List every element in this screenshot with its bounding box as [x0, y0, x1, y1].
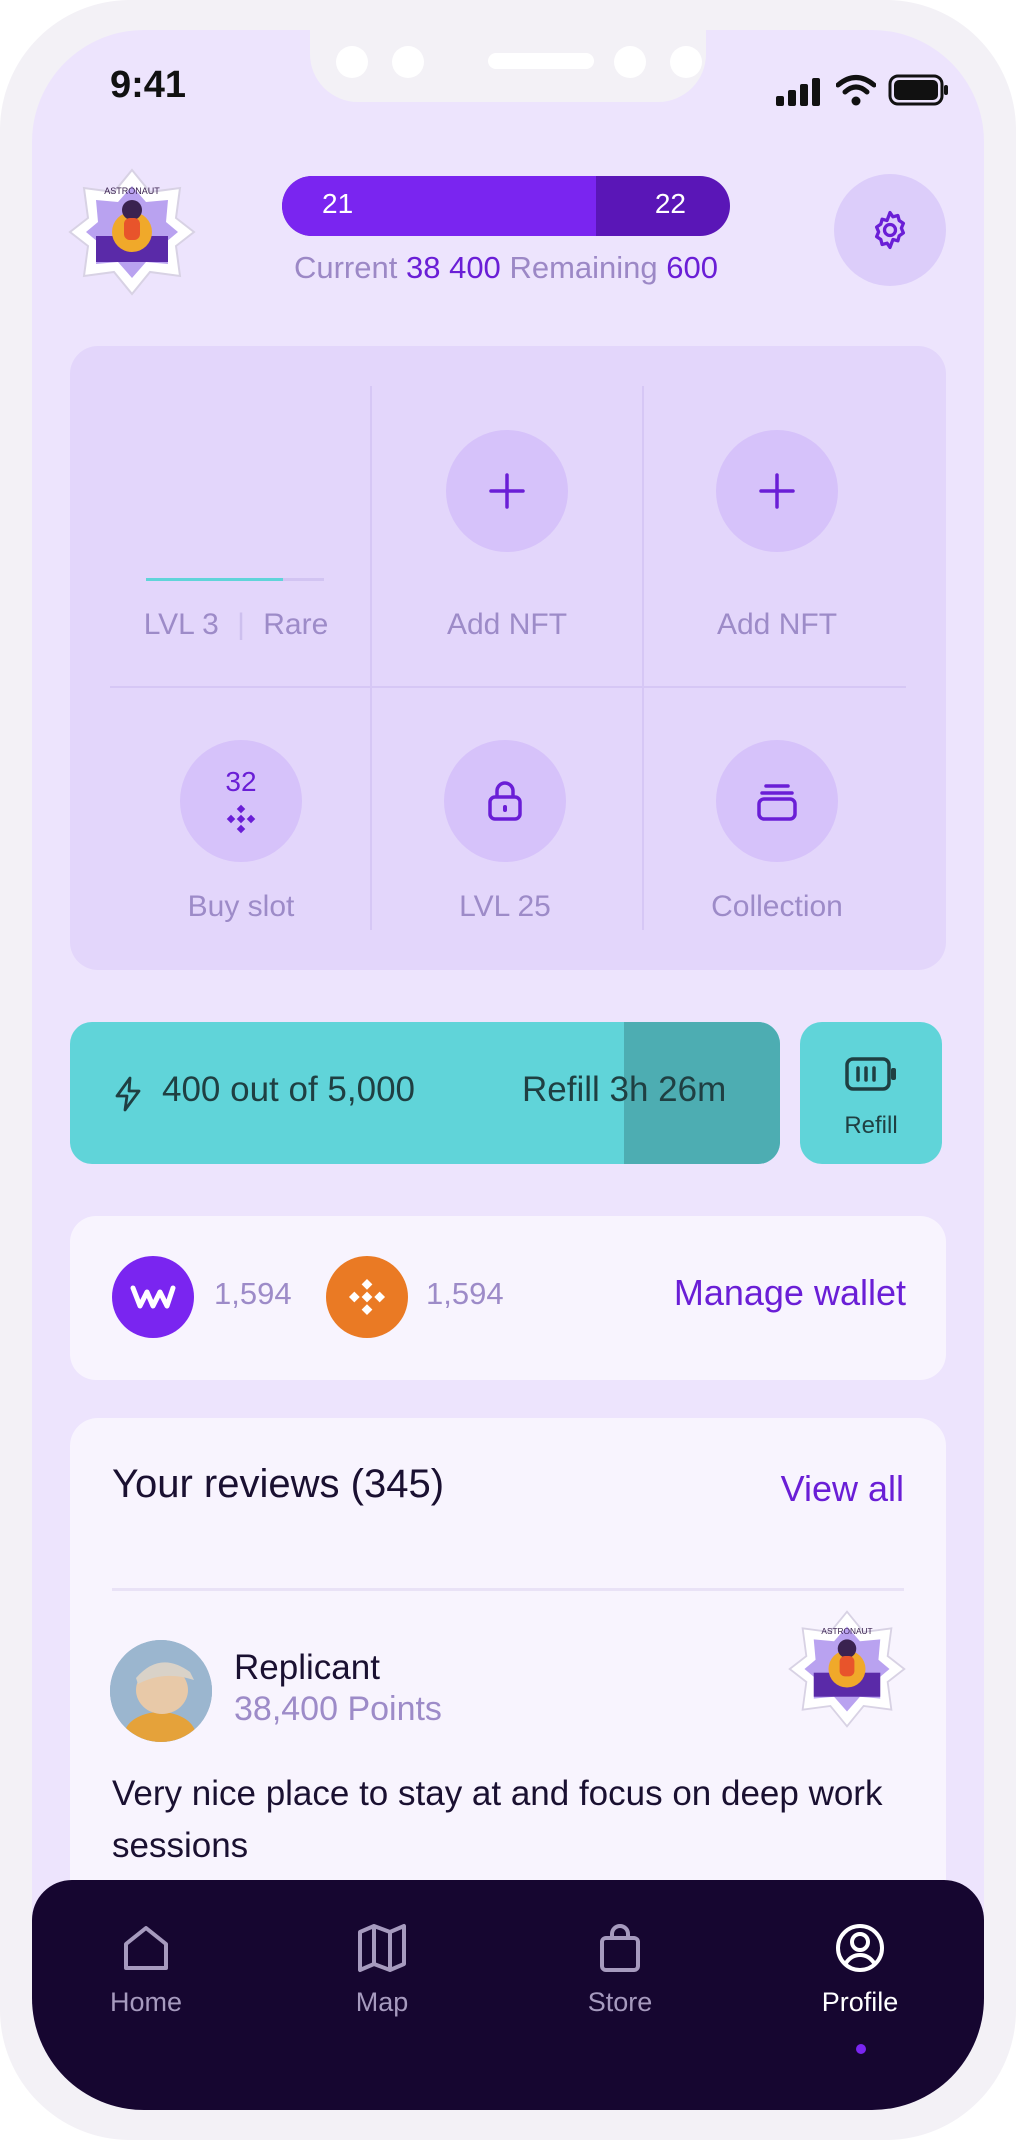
slot-price: 32: [225, 766, 257, 797]
lightning-icon: [115, 1076, 141, 1112]
astronaut-badge-icon: ASTRONAUT: [68, 168, 196, 296]
lock-level-label: LVL 25: [459, 890, 551, 923]
stack-icon: [757, 784, 797, 821]
reviewer-avatar-icon: [110, 1640, 212, 1742]
notch-dot: [614, 46, 646, 78]
map-icon: [358, 1924, 406, 1972]
manage-wallet-link[interactable]: Manage wallet: [674, 1272, 906, 1314]
reviewer-name: Replicant: [234, 1648, 380, 1687]
home-icon: [124, 1926, 168, 1970]
wa-coin-balance: 1,594: [214, 1276, 292, 1311]
signal-icon: [776, 78, 820, 106]
nft-level-fill: [146, 578, 284, 581]
plus-icon: [759, 473, 795, 509]
tab-home-label: Home: [109, 1987, 183, 2017]
collection-button[interactable]: [716, 740, 838, 862]
remaining-points-value: 600: [666, 250, 718, 285]
status-time: 9:41: [110, 64, 187, 106]
energy-bar: 400 out of 5,000 Refill 3h 26m: [70, 1022, 780, 1164]
battery-refill-icon: [845, 1057, 896, 1091]
badge-text: ASTRONAUT: [821, 1626, 872, 1636]
add-nft-button[interactable]: [716, 430, 838, 552]
tab-profile-label: Profile: [821, 1987, 899, 2017]
grid-divider: [110, 686, 906, 688]
binance-coin: [326, 1256, 408, 1338]
reviews-divider: [112, 1588, 904, 1591]
user-circle-icon: [836, 1924, 884, 1972]
buy-slot-button[interactable]: 32: [180, 740, 302, 862]
reviewer-points: 38,400 Points: [234, 1690, 442, 1728]
tab-store[interactable]: Store: [540, 1920, 700, 2018]
grid-divider: [370, 386, 372, 930]
nft-rarity: Rare: [263, 608, 329, 641]
binance-coin-balance: 1,594: [426, 1276, 504, 1311]
badge-text: ASTRONAUT: [104, 186, 160, 196]
energy-amount: 400 out of 5,000: [162, 1070, 415, 1109]
nft-slots-card: LVL 3 | Rare Add NFT Add NFT 32 Buy slot…: [70, 346, 946, 970]
locked-slot: [444, 740, 566, 862]
battery-icon: [888, 74, 948, 106]
refill-button[interactable]: Refill: [800, 1022, 942, 1164]
add-nft-label: Add NFT: [716, 608, 838, 641]
view-all-link[interactable]: View all: [781, 1468, 904, 1510]
tab-bar: Home Map Store Profile: [32, 1880, 984, 2110]
nft-slot-1-label: LVL 3 | Rare: [116, 608, 356, 642]
lock-icon: [488, 781, 522, 821]
app-screen: 9:41 ASTRONAUT 21 22 Current 38 400 Rema…: [32, 30, 984, 2110]
refill-timer: Refill 3h 26m: [522, 1070, 727, 1109]
tab-map-label: Map: [355, 1987, 409, 2017]
avatar[interactable]: [110, 1640, 212, 1742]
level-current: 21: [322, 188, 354, 219]
nft-level: LVL 3: [143, 608, 219, 641]
add-nft-button[interactable]: [446, 430, 568, 552]
separator: |: [237, 608, 245, 641]
tab-profile[interactable]: Profile: [780, 1920, 940, 2054]
level-next: 22: [654, 188, 686, 219]
nft-slot-1[interactable]: LVL 3 | Rare: [90, 346, 360, 676]
wallet-card: 1,594 1,594 Manage wallet: [70, 1216, 946, 1380]
review-text: Very nice place to stay at and focus on …: [112, 1774, 883, 1865]
camera-notch: [310, 30, 706, 102]
notch-dot: [670, 46, 702, 78]
current-points-label: Current: [293, 250, 398, 285]
active-tab-indicator: [856, 2044, 866, 2054]
wa-logo-icon: [130, 1285, 176, 1309]
buy-slot-label: Buy slot: [187, 890, 295, 923]
points-summary: Current 38 400 Remaining 600: [282, 250, 730, 286]
binance-icon: [348, 1278, 386, 1316]
nft-level-track: [146, 578, 324, 581]
notch-dot: [336, 46, 368, 78]
binance-icon: [226, 804, 256, 834]
reviews-card: Your reviews (345) View all Replicant 38…: [70, 1418, 946, 1958]
plus-icon: [489, 473, 525, 509]
wa-coin: [112, 1256, 194, 1338]
tab-map[interactable]: Map: [302, 1920, 462, 2018]
refill-label: Refill: [844, 1112, 898, 1139]
notch-speaker: [488, 53, 594, 69]
wifi-icon: [836, 75, 876, 106]
remaining-points-label: Remaining: [509, 250, 658, 285]
settings-button[interactable]: [834, 174, 946, 286]
grid-divider: [642, 386, 644, 930]
bag-icon: [600, 1924, 640, 1972]
tab-home[interactable]: Home: [66, 1920, 226, 2018]
reviews-title: Your reviews (345): [112, 1462, 445, 1506]
current-points-value: 38 400: [405, 250, 501, 285]
collection-label: Collection: [711, 890, 843, 923]
notch-dot: [392, 46, 424, 78]
astronaut-badge-icon: ASTRONAUT: [788, 1610, 906, 1728]
level-progress-bar: 21 22: [282, 176, 730, 236]
tab-store-label: Store: [587, 1987, 653, 2017]
gear-icon: [874, 210, 906, 250]
add-nft-label: Add NFT: [446, 608, 568, 641]
phone-frame: 9:41 ASTRONAUT 21 22 Current 38 400 Rema…: [0, 0, 1016, 2140]
